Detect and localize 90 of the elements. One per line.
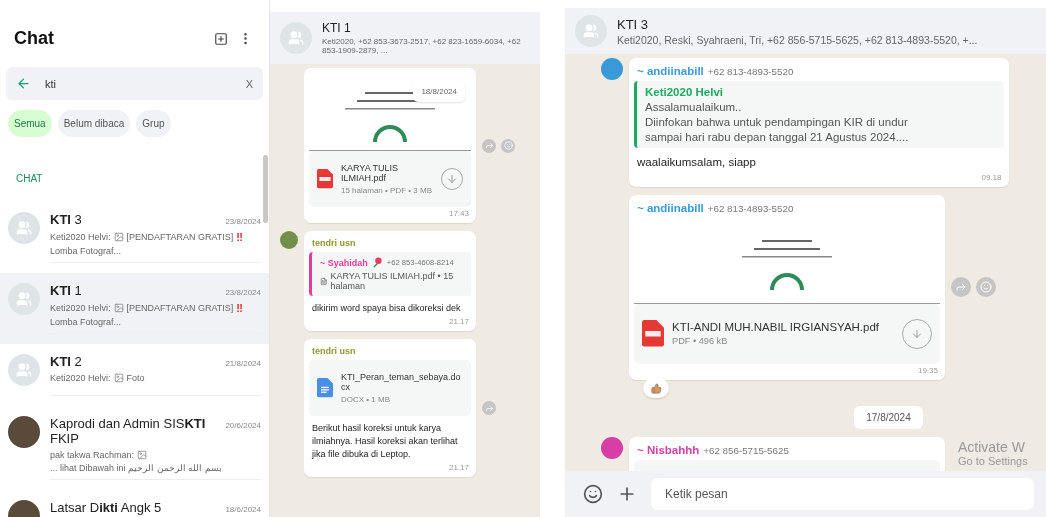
file-name: KTI_Peran_teman_sebaya.docx: [341, 372, 462, 393]
sender-phone: +62 856-5715-5625: [703, 445, 789, 457]
file-name: KARYA TULIS ILMIAH.pdf: [341, 163, 400, 183]
file-meta: DOCX • 1 MB: [341, 395, 392, 405]
preview-text: [PENDAFTARAN GRATIS]: [126, 232, 234, 242]
preview-text: Keti2020 Helvi:: [50, 373, 111, 383]
chat-date: 23/8/2024: [225, 217, 261, 226]
filter-chip[interactable]: Belum dibaca: [57, 110, 131, 137]
chat-name: KTI 3: [50, 212, 82, 227]
sender-name: tendri usn: [312, 346, 356, 357]
image-icon: [137, 450, 148, 460]
date-chip: 17/8/2024: [854, 406, 923, 430]
chat-name: KTI 1: [50, 283, 82, 298]
activation-notice-title: Activate W: [958, 439, 1026, 455]
quote-text: Diinfokan bahwa untuk pendampingan KIR di undur: [645, 116, 908, 128]
message-time: 17.43: [447, 208, 470, 218]
image-icon: [113, 232, 124, 242]
preview-text: Foto: [126, 373, 145, 383]
chat-list-item[interactable]: KTI 3 23/8/2024 Keti2020 Helvi: [PENDAFTARAN GRATIS] ‼ Lomba Fotograf...: [0, 202, 269, 273]
group-avatar: [280, 22, 312, 54]
chat-name: KTI 2: [50, 354, 82, 369]
file-meta: 15 halaman • PDF • 3 MB: [341, 186, 433, 195]
section-heading: CHAT: [16, 173, 44, 184]
group-avatar: [575, 15, 607, 47]
chat-title: KTI 1: [322, 21, 352, 35]
file-name: KTI-ANDI MUH.NABIL IRGIANSYAH.pdf: [672, 321, 881, 334]
chat-date: 23/8/2024: [225, 288, 261, 297]
sender-name: tendri usn: [312, 238, 356, 248]
preview-text: Keti2020 Helvi:: [50, 232, 111, 242]
new-chat-icon[interactable]: [214, 31, 228, 46]
forward-icon[interactable]: [482, 138, 496, 153]
sender-name: ~ andiinabill: [637, 65, 704, 77]
panel-title: Chat: [14, 28, 54, 49]
file-attachment[interactable]: KTI-ANDI MUH.NABIL IRGIANSYAH.pdf PDF • 496 kB: [634, 303, 940, 364]
sender-name: ~ andiinabill: [637, 201, 704, 214]
image-icon: [113, 373, 124, 383]
alert-text: ‼: [236, 231, 243, 243]
search-input[interactable]: kti: [45, 75, 232, 92]
sender-name: ~ Nisbahhh: [637, 444, 700, 457]
quote-author: ~ Syahidah: [320, 257, 368, 268]
preview-text: Lomba Fotograf...: [50, 317, 122, 327]
message-time: 21.17: [447, 316, 470, 327]
scrollbar-thumb[interactable]: [263, 155, 268, 223]
chat-list-item[interactable]: KTI 1 23/8/2024 Keti2020 Helvi: [PENDAFTARAN GRATIS] ‼ Lomba Fotograf...: [0, 273, 269, 344]
emoji-icon[interactable]: [583, 484, 603, 504]
message-text: dikirim word spaya bisa dikoreksi dek: [311, 302, 462, 315]
quote-text: Assalamualaikum..: [645, 101, 742, 113]
preview-text: Keti2020 Helvi:: [50, 303, 111, 313]
file-meta: PDF • 496 kB: [672, 336, 729, 347]
quote-text: KARYA TULIS ILMIAH.pdf • 15 halaman: [330, 271, 455, 291]
image-icon: [113, 303, 124, 313]
forward-icon[interactable]: [482, 401, 496, 416]
chat-date: 20/6/2024: [225, 421, 261, 430]
preview-text: [PENDAFTARAN GRATIS]: [126, 303, 234, 313]
sender-phone: +62 813-4893-5520: [707, 66, 794, 77]
filter-chip[interactable]: Grup: [136, 110, 171, 137]
message-text: Berikut hasil koreksi untuk karya ilmiahnya. Hasil koreksi akan terlihat jika file dibuka di Leptop.: [310, 422, 459, 462]
chat-members: Keti2020, +62 853-3673-2517, +62 823-1659-6034, +62 853-1909-2879, ...: [322, 37, 522, 55]
clear-search-button[interactable]: X: [245, 77, 253, 90]
chat-date: 18/6/2024: [225, 505, 261, 514]
file-attachment[interactable]: KTI_Peran_teman_sebaya.docx DOCX • 1 MB: [309, 360, 471, 417]
chat-date: 21/8/2024: [225, 359, 261, 368]
date-chip: 18/8/2024: [413, 81, 465, 102]
filter-chip[interactable]: Semua: [8, 110, 52, 137]
message-time: 19.35: [916, 364, 939, 375]
chat-list-item[interactable]: KTI 2 21/8/2024 Keti2020 Helvi: Foto: [0, 344, 269, 406]
preview-text: pak takwa Rachman:: [50, 450, 135, 460]
quote-author: Keti2020 Helvi: [645, 86, 723, 98]
chat-title: KTI 3: [617, 16, 650, 32]
search-field[interactable]: kti X: [6, 67, 263, 100]
forward-icon[interactable]: [951, 277, 971, 298]
download-arrow-icon: [911, 327, 923, 340]
chat-list-item[interactable]: Latsar Dikti Angk 5 18/6/2024: [0, 490, 269, 517]
quote-text: sampai hari rabu depan tanggal 21 Agustus 2024....: [645, 131, 909, 143]
message-text: waalaikumsalam, siapp: [636, 155, 757, 170]
message-input[interactable]: Ketik pesan: [651, 478, 1034, 510]
download-arrow-icon: [446, 173, 458, 185]
alert-text: ‼: [236, 302, 243, 314]
preview-text: Lomba Fotograf...: [50, 246, 122, 256]
chat-name: Kaprodi dan Admin SISKTI FKIP: [50, 416, 207, 446]
sender-phone: +62 813-4893-5520: [707, 202, 794, 214]
preview-text: ... lihat Dibawah ini بسم الله الرحمن الرحيم: [50, 463, 222, 473]
chat-name: Latsar Dikti Angk 5: [50, 500, 162, 515]
message-time: 09.18: [980, 171, 1003, 182]
thumbs-up-icon: [650, 382, 662, 394]
activation-notice-text: Go to Settings: [958, 455, 1029, 467]
reaction-bubble[interactable]: [643, 378, 669, 399]
file-attachment[interactable]: KARYA TULIS ILMIAH.pdf 15 halaman • PDF • 3 MB: [309, 151, 471, 207]
message-time: 21.17: [447, 462, 470, 473]
chat-members: Keti2020, Reski, Syahraeni, Tri, +62 856-5715-5625, +62 813-4893-5520, +...: [617, 33, 978, 46]
